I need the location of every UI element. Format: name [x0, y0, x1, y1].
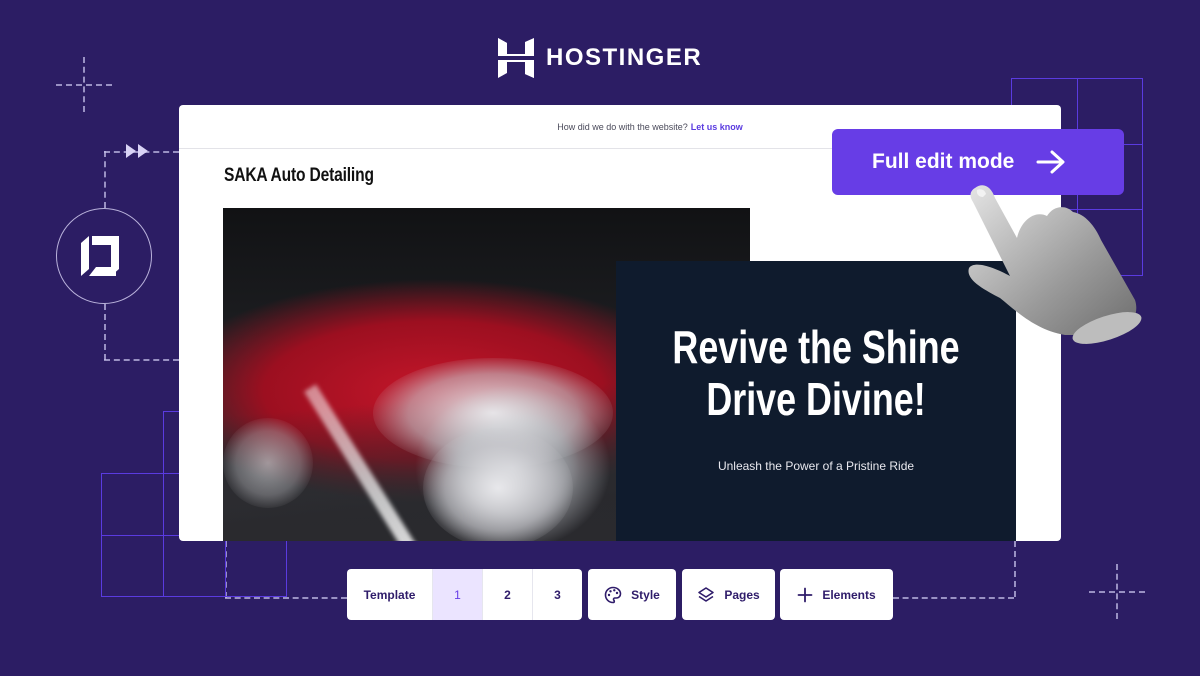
feedback-text: How did we do with the website? — [557, 121, 688, 132]
template-label: Template — [363, 587, 416, 602]
decor-grid — [101, 535, 287, 597]
full-edit-mode-label: Full edit mode — [872, 150, 1015, 173]
hero-subheadline: Unleash the Power of a Pristine Ride — [717, 459, 915, 473]
cube-outline-icon — [81, 236, 119, 276]
pages-button[interactable]: Pages — [682, 569, 775, 620]
guide-line — [225, 597, 347, 599]
pages-label: Pages — [724, 587, 760, 602]
style-label: Style — [631, 587, 660, 602]
plus-icon — [797, 587, 813, 603]
template-switcher: Template 1 2 3 — [347, 569, 582, 620]
hero-headline-line-2: Drive Divine! — [706, 373, 926, 425]
double-arrow-icon — [126, 144, 148, 158]
builder-icon-badge — [56, 208, 152, 304]
hostinger-h-icon — [498, 38, 534, 78]
hero-headline: Revive the Shine Drive Divine! — [660, 321, 972, 425]
pages-button-content: Pages — [682, 569, 775, 620]
style-button-content: Style — [588, 569, 676, 620]
guide-line — [104, 359, 179, 361]
layers-icon — [697, 586, 715, 604]
template-option-1[interactable]: 1 — [432, 569, 482, 620]
elements-button[interactable]: Elements — [780, 569, 893, 620]
brand-name: HOSTINGER — [546, 44, 703, 71]
guide-line — [1014, 541, 1016, 597]
arrow-right-icon — [1036, 150, 1065, 174]
style-button[interactable]: Style — [588, 569, 676, 620]
hero-headline-line-1: Revive the Shine — [672, 321, 960, 373]
elements-button-content: Elements — [780, 569, 893, 620]
palette-icon — [604, 586, 622, 604]
feedback-link[interactable]: Let us know — [691, 122, 743, 132]
guide-line — [104, 304, 106, 360]
template-option-3[interactable]: 3 — [532, 569, 582, 620]
pointing-hand-image — [968, 185, 1142, 344]
elements-label: Elements — [822, 587, 876, 602]
guide-line — [1089, 591, 1145, 593]
guide-line — [56, 84, 112, 86]
guide-line — [104, 151, 106, 208]
site-title: SAKA Auto Detailing — [224, 165, 374, 186]
guide-line — [893, 597, 1014, 599]
hostinger-logo: HOSTINGER — [498, 38, 702, 78]
template-option-2[interactable]: 2 — [482, 569, 532, 620]
